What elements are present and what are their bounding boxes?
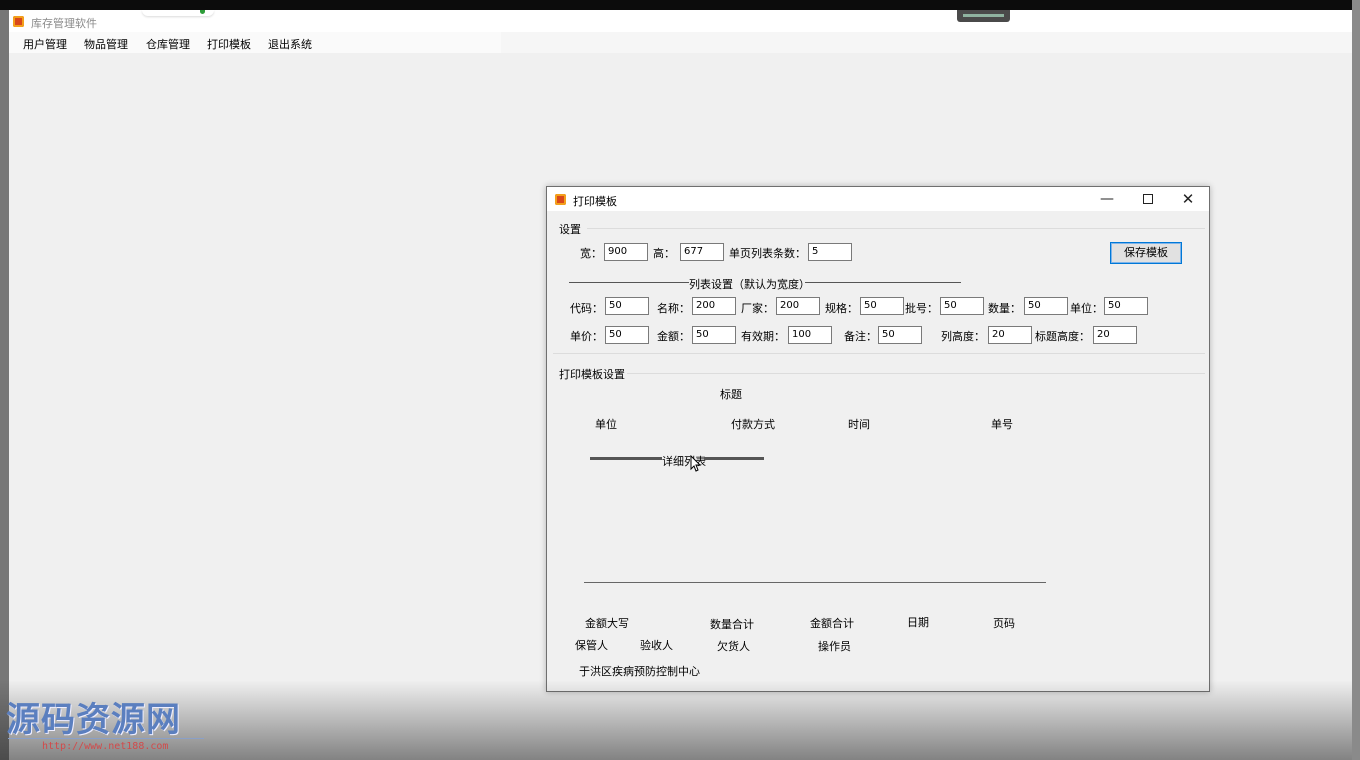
- menu-print-template[interactable]: 打印模板: [207, 36, 251, 52]
- template-quantity-total[interactable]: 数量合计: [710, 616, 754, 632]
- manufacturer-label: 厂家：: [741, 302, 774, 315]
- row-height-label: 列高度：: [941, 330, 985, 343]
- maximize-button[interactable]: [1128, 187, 1168, 211]
- manufacturer-width-input[interactable]: 200: [776, 297, 820, 315]
- menu-item-management[interactable]: 物品管理: [84, 36, 128, 52]
- menu-exit-system[interactable]: 退出系统: [268, 36, 312, 52]
- code-width-input[interactable]: 50: [605, 297, 649, 315]
- template-order-no[interactable]: 单号: [991, 416, 1013, 432]
- detail-list-line-right: [704, 457, 764, 460]
- spec-width-input[interactable]: 50: [860, 297, 904, 315]
- template-organization[interactable]: 于洪区疾病预防控制中心: [579, 663, 700, 679]
- mouse-cursor-icon: [690, 455, 702, 472]
- amount-label: 金额：: [657, 330, 690, 343]
- unit-price-width-input[interactable]: 50: [605, 326, 649, 344]
- template-heading[interactable]: 标题: [720, 386, 742, 402]
- remark-label: 备注：: [844, 330, 877, 343]
- overlay-tab: [142, 10, 214, 16]
- width-label: 宽：: [580, 247, 602, 260]
- template-inspector[interactable]: 验收人: [640, 637, 673, 653]
- app-icon: [13, 16, 24, 27]
- watermark-logo-text: 源码资源网: [6, 700, 181, 740]
- template-page-no[interactable]: 页码: [993, 615, 1015, 631]
- rows-per-page-label: 单页列表条数：: [729, 247, 806, 260]
- quantity-width-input[interactable]: 50: [1024, 297, 1068, 315]
- list-section-title: 列表设置（默认为宽度）: [689, 278, 810, 291]
- screen-right-border: [1352, 0, 1360, 760]
- template-unit[interactable]: 单位: [595, 416, 617, 432]
- dialog-title: 打印模板: [573, 195, 617, 208]
- expiry-label: 有效期：: [741, 330, 785, 343]
- template-group-title: 打印模板设置: [559, 368, 625, 381]
- screen-top-bar: [0, 0, 1360, 10]
- watermark-url: http://www.net188.com: [42, 741, 169, 752]
- close-button[interactable]: ✕: [1168, 187, 1208, 211]
- overlay-widget: [957, 10, 1010, 22]
- list-section-line-left: [569, 282, 689, 283]
- template-keeper[interactable]: 保管人: [575, 637, 608, 653]
- expiry-width-input[interactable]: 100: [788, 326, 832, 344]
- template-operator[interactable]: 操作员: [818, 638, 851, 654]
- remark-width-input[interactable]: 50: [878, 326, 922, 344]
- quantity-label: 数量：: [988, 302, 1021, 315]
- name-label: 名称：: [657, 302, 690, 315]
- main-window-title: 库存管理软件: [31, 17, 97, 30]
- menu-bar: 用户管理 物品管理 仓库管理 打印模板 退出系统: [9, 32, 1352, 53]
- batch-label: 批号：: [905, 302, 938, 315]
- code-label: 代码：: [570, 302, 603, 315]
- unit-price-label: 单价：: [570, 330, 603, 343]
- watermark-gradient: [0, 680, 1360, 760]
- template-amount-in-words[interactable]: 金额大写: [585, 615, 629, 631]
- template-payment-method[interactable]: 付款方式: [731, 416, 775, 432]
- row-height-input[interactable]: 20: [988, 326, 1032, 344]
- height-input[interactable]: 677: [680, 243, 724, 261]
- dialog-title-bar[interactable]: 打印模板 — ✕: [547, 187, 1209, 211]
- batch-width-input[interactable]: 50: [940, 297, 984, 315]
- menu-warehouse-management[interactable]: 仓库管理: [146, 36, 190, 52]
- spec-label: 规格：: [825, 302, 858, 315]
- width-input[interactable]: 900: [604, 243, 648, 261]
- amount-width-input[interactable]: 50: [692, 326, 736, 344]
- main-title-bar: 库存管理软件: [9, 10, 1352, 32]
- unit-width-input[interactable]: 50: [1104, 297, 1148, 315]
- dialog-app-icon: [555, 194, 566, 205]
- footer-separator: [584, 582, 1046, 583]
- template-time[interactable]: 时间: [848, 416, 870, 432]
- maximize-icon: [1143, 194, 1153, 204]
- title-height-label: 标题高度：: [1035, 330, 1090, 343]
- title-height-input[interactable]: 20: [1093, 326, 1137, 344]
- detail-list-line-left: [590, 457, 662, 460]
- height-label: 高：: [653, 247, 675, 260]
- menu-user-management[interactable]: 用户管理: [23, 36, 67, 52]
- template-amount-total[interactable]: 金额合计: [810, 615, 854, 631]
- unit-label: 单位：: [1070, 302, 1103, 315]
- template-debtor[interactable]: 欠货人: [717, 638, 750, 654]
- settings-group-title: 设置: [559, 223, 581, 236]
- rows-per-page-input[interactable]: 5: [808, 243, 852, 261]
- template-date[interactable]: 日期: [907, 614, 929, 630]
- print-template-dialog: 打印模板 — ✕ 设置 宽： 900 高： 677 单页列表条数： 5 保存模板…: [546, 186, 1210, 692]
- save-template-button[interactable]: 保存模板: [1110, 242, 1182, 264]
- list-section-line-right: [805, 282, 961, 283]
- name-width-input[interactable]: 200: [692, 297, 736, 315]
- minimize-button[interactable]: —: [1087, 187, 1127, 211]
